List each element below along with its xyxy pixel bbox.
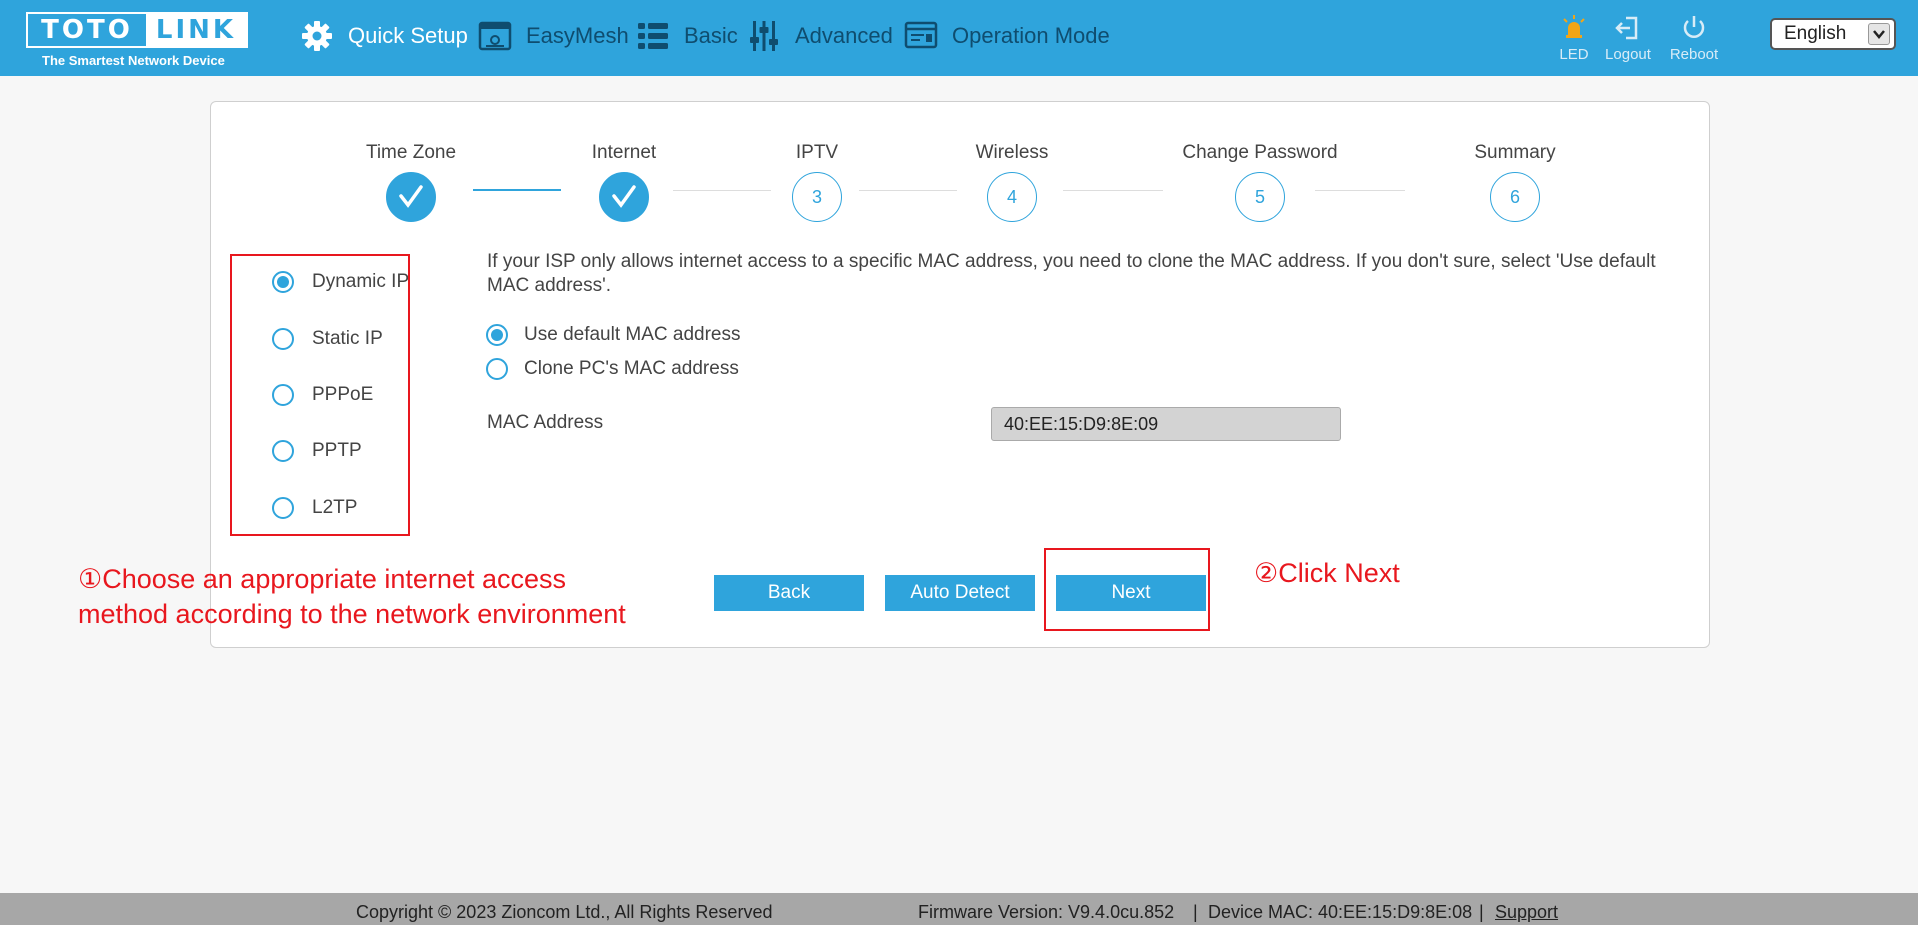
nav-easymesh[interactable]: EasyMesh: [478, 18, 629, 54]
step-label: IPTV: [795, 142, 839, 163]
annotation-click-next: ②Click Next: [1254, 558, 1400, 588]
mac-clone-info: If your ISP only allows internet access …: [487, 251, 1656, 296]
mac-address-field: 40:EE:15:D9:8E:09: [991, 407, 1341, 441]
step-label: Summary: [1474, 142, 1556, 163]
nav-label: EasyMesh: [526, 23, 629, 48]
led-icon: [1563, 15, 1585, 38]
step-number: 5: [1235, 172, 1285, 222]
radio-label: Use default MAC address: [524, 324, 741, 345]
step-label: Change Password: [1182, 142, 1338, 163]
totolink-logo: TOTO LINK: [26, 12, 248, 48]
tool-label: LED: [1559, 46, 1589, 63]
page-footer: Copyright © 2023 Zioncom Ltd., All Right…: [0, 893, 1918, 925]
check-icon: [612, 185, 636, 208]
footer-device-mac: Device MAC: 40:EE:15:D9:8E:08: [1208, 902, 1473, 922]
logout-icon: [1615, 16, 1638, 40]
chevron-down-icon: [1868, 23, 1890, 45]
annotation-line: ①Choose an appropriate internet access: [78, 564, 566, 594]
nav-label: Advanced: [795, 23, 893, 48]
annotation-highlight-next: [1044, 548, 1210, 631]
step-iptv: IPTV 3: [727, 142, 907, 222]
radio-use-default-mac[interactable]: Use default MAC address: [486, 324, 741, 346]
mode-icon: [904, 21, 938, 49]
reboot-button[interactable]: Reboot: [1666, 14, 1722, 63]
logo-tagline: The Smartest Network Device: [42, 53, 225, 68]
step-number: 6: [1490, 172, 1540, 222]
footer-separator: |: [1193, 902, 1198, 922]
annotation-line: method according to the network environm…: [78, 599, 626, 629]
nav-quick-setup[interactable]: Quick Setup: [300, 18, 468, 54]
list-icon: [638, 23, 668, 49]
nav-operation-mode[interactable]: Operation Mode: [904, 18, 1110, 54]
mac-address-label: MAC Address: [487, 412, 604, 433]
nav-label: Quick Setup: [348, 23, 468, 48]
step-label: Time Zone: [365, 142, 457, 163]
step-internet: Internet: [534, 142, 714, 222]
radio-button[interactable]: [486, 358, 508, 380]
support-link[interactable]: Support: [1495, 902, 1558, 923]
step-change-password: Change Password 5: [1170, 142, 1350, 222]
auto-detect-button[interactable]: Auto Detect: [885, 575, 1035, 611]
led-button[interactable]: LED: [1546, 14, 1602, 63]
gear-icon: [302, 21, 332, 51]
mesh-icon: [478, 21, 512, 51]
footer-separator: |: [1479, 902, 1484, 922]
radio-label: Clone PC's MAC address: [524, 358, 739, 379]
step-number: 3: [792, 172, 842, 222]
annotation-choose-method: ①Choose an appropriate internet access m…: [78, 562, 626, 632]
tool-label: Logout: [1605, 46, 1651, 63]
logout-button[interactable]: Logout: [1600, 14, 1656, 63]
tool-label: Reboot: [1669, 46, 1719, 63]
back-button[interactable]: Back: [714, 575, 864, 611]
power-icon: [1683, 16, 1705, 38]
step-number: 4: [987, 172, 1037, 222]
footer-firmware: Firmware Version: V9.4.0cu.852: [918, 902, 1175, 922]
sliders-icon: [750, 21, 778, 51]
nav-advanced[interactable]: Advanced: [747, 18, 893, 54]
radio-clone-pc-mac[interactable]: Clone PC's MAC address: [486, 358, 739, 380]
nav-label: Operation Mode: [952, 23, 1110, 48]
logo-text-left: TOTO: [28, 14, 146, 46]
footer-copyright: Copyright © 2023 Zioncom Ltd., All Right…: [356, 902, 773, 922]
step-time-zone: Time Zone: [321, 142, 501, 222]
logo-text-right: LINK: [146, 14, 246, 46]
nav-label: Basic: [684, 23, 738, 48]
check-icon: [399, 185, 423, 208]
language-value: English: [1784, 23, 1847, 44]
language-select[interactable]: English: [1770, 18, 1896, 50]
nav-basic[interactable]: Basic: [636, 18, 738, 54]
step-circle: [386, 172, 436, 222]
step-label: Wireless: [975, 142, 1049, 163]
step-circle: [599, 172, 649, 222]
annotation-highlight-wan-types: [230, 254, 410, 536]
step-wireless: Wireless 4: [922, 142, 1102, 222]
step-summary: Summary 6: [1425, 142, 1605, 222]
top-header: TOTO LINK The Smartest Network Device Qu…: [0, 0, 1918, 76]
step-label: Internet: [591, 142, 657, 163]
radio-button[interactable]: [486, 324, 508, 346]
